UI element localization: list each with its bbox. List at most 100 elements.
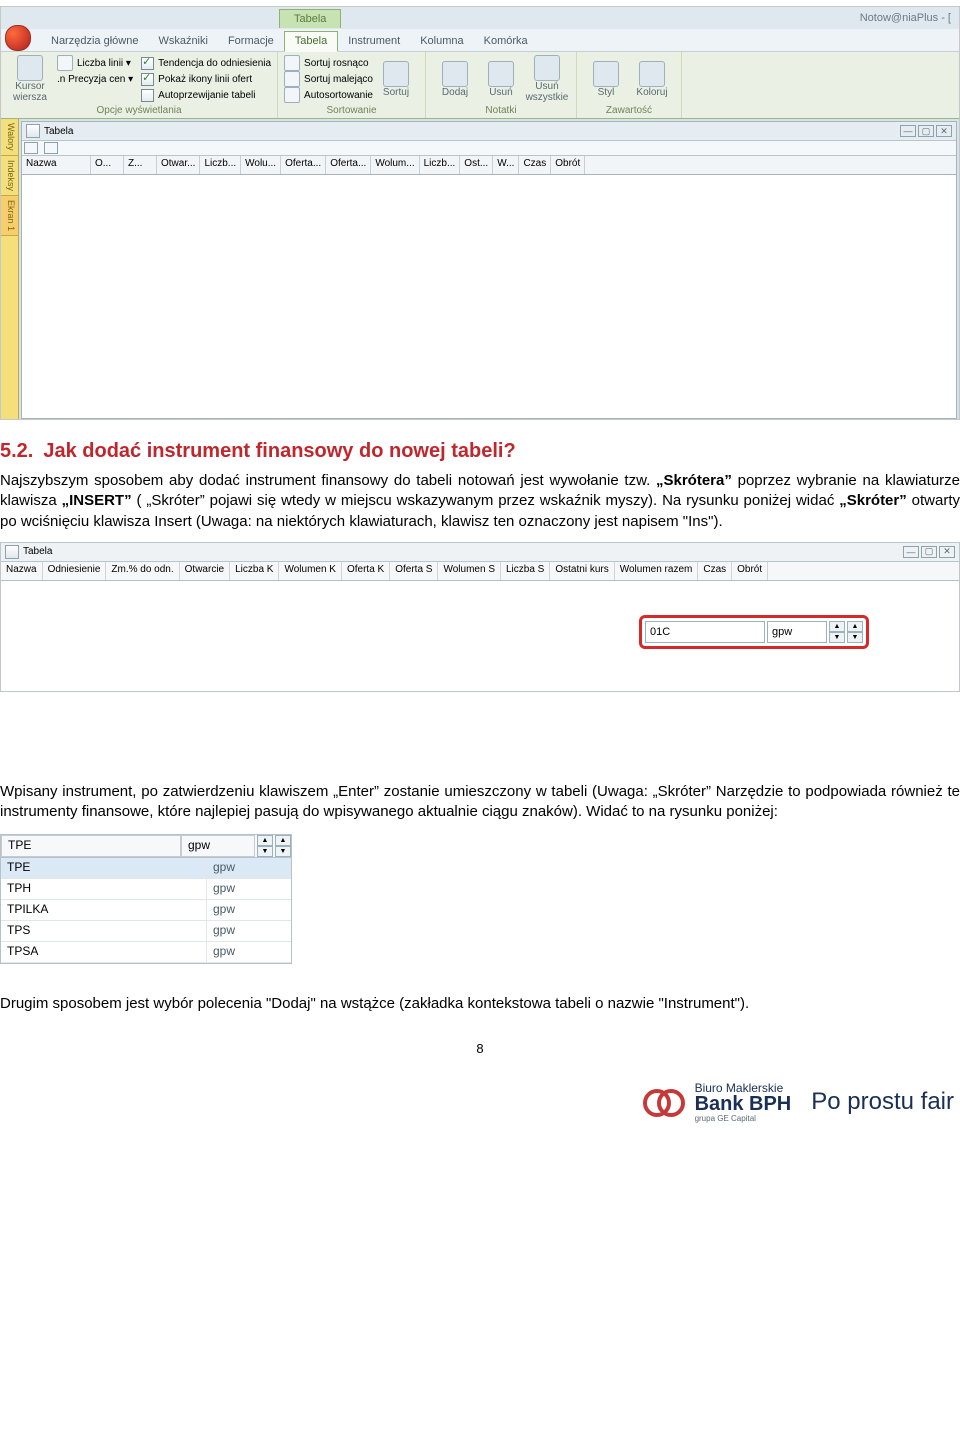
- del-note-button[interactable]: Usuń: [478, 55, 524, 103]
- close-icon[interactable]: ✕: [939, 546, 955, 558]
- col-liczb1[interactable]: Liczb...: [200, 156, 241, 174]
- view-grid-icon[interactable]: [24, 142, 38, 154]
- step-down-icon[interactable]: ▼: [257, 846, 273, 857]
- item-symbol: TPILKA: [1, 900, 206, 920]
- close-icon[interactable]: ✕: [936, 125, 952, 137]
- sort-asc-icon: [284, 55, 300, 71]
- vtab-walory[interactable]: Walory: [1, 119, 18, 156]
- sort-desc-button[interactable]: Sortuj malejąco: [304, 74, 373, 85]
- ribbon-tab-tabela[interactable]: Tabela: [284, 31, 338, 52]
- step-up-icon[interactable]: ▲: [829, 621, 845, 632]
- skroter-popup: ▲ ▼ ▲ ▼: [639, 615, 869, 649]
- c2-otw[interactable]: Otwarcie: [180, 562, 230, 580]
- col-obrot[interactable]: Obrót: [551, 156, 585, 174]
- c2-ws[interactable]: Wolumen S: [438, 562, 501, 580]
- ac-market-input[interactable]: gpw: [181, 835, 255, 857]
- step-up-icon[interactable]: ▲: [275, 835, 291, 846]
- ribbon-tab-cell[interactable]: Komórka: [474, 32, 538, 51]
- c2-czas[interactable]: Czas: [698, 562, 732, 580]
- step-down-icon[interactable]: ▼: [829, 632, 845, 643]
- c2-wr[interactable]: Wolumen razem: [615, 562, 699, 580]
- ac-instrument-input[interactable]: TPE: [1, 835, 181, 857]
- minimize-icon[interactable]: —: [903, 546, 919, 558]
- col-czas[interactable]: Czas: [519, 156, 551, 174]
- list-item[interactable]: TPSgpw: [1, 921, 291, 942]
- item-market: gpw: [206, 900, 291, 920]
- col-oferta1[interactable]: Oferta...: [281, 156, 326, 174]
- style-button[interactable]: Styl: [583, 55, 629, 103]
- autosort-icon: [284, 87, 300, 103]
- precision-dropdown[interactable]: .n Precyzja cen ▾: [57, 74, 133, 85]
- col-ost[interactable]: Ost...: [460, 156, 493, 174]
- skroter-market-input[interactable]: [767, 621, 827, 643]
- bank-name-block: Biuro Maklerskie Bank BPH grupa GE Capit…: [695, 1082, 792, 1124]
- page-number: 8: [0, 1041, 960, 1056]
- ribbon-tab-home[interactable]: Narzędzia główne: [41, 32, 148, 51]
- col-wolum[interactable]: Wolum...: [371, 156, 419, 174]
- color-icon: [639, 61, 665, 87]
- col-otwar[interactable]: Otwar...: [157, 156, 200, 174]
- col-liczb2[interactable]: Liczb...: [420, 156, 461, 174]
- line-count-dropdown[interactable]: Liczba linii ▾: [77, 58, 131, 69]
- maximize-icon[interactable]: ▢: [921, 546, 937, 558]
- autoscroll-checkbox[interactable]: [141, 89, 154, 102]
- step-down-icon[interactable]: ▼: [275, 846, 291, 857]
- skroter-stepper-2: ▲ ▼: [847, 621, 863, 643]
- c2-odn[interactable]: Odniesienie: [43, 562, 107, 580]
- item-market: gpw: [206, 858, 291, 878]
- autosort-button[interactable]: Autosortowanie: [304, 90, 373, 101]
- col-w[interactable]: W...: [493, 156, 519, 174]
- step-up-icon[interactable]: ▲: [847, 621, 863, 632]
- sort-asc-button[interactable]: Sortuj rosnąco: [304, 58, 368, 69]
- ribbon-tab-formations[interactable]: Formacje: [218, 32, 284, 51]
- step-up-icon[interactable]: ▲: [257, 835, 273, 846]
- shot2-title: Tabela: [23, 546, 52, 557]
- add-note-button[interactable]: Dodaj: [432, 55, 478, 103]
- c2-os[interactable]: Oferta S: [390, 562, 438, 580]
- ribbon-tab-indicators[interactable]: Wskaźniki: [148, 32, 218, 51]
- c2-wk[interactable]: Wolumen K: [279, 562, 342, 580]
- color-label: Koloruj: [636, 87, 667, 98]
- list-item[interactable]: TPSAgpw: [1, 942, 291, 963]
- c2-zm[interactable]: Zm.% do odn.: [106, 562, 179, 580]
- ribbon-group-display: Kursor wiersza Liczba linii ▾ .n Precyzj…: [1, 52, 278, 118]
- sort-big-button[interactable]: Sortuj: [373, 55, 419, 103]
- autoscroll-label: Autoprzewijanie tabeli: [158, 90, 255, 101]
- col-z[interactable]: Z...: [124, 156, 157, 174]
- maximize-icon[interactable]: ▢: [918, 125, 934, 137]
- c2-ok[interactable]: Oferta K: [342, 562, 390, 580]
- shot2-titlebar: Tabela — ▢ ✕: [1, 543, 959, 562]
- show-icons-checkbox[interactable]: [141, 73, 154, 86]
- col-nazwa[interactable]: Nazwa: [22, 156, 91, 174]
- ribbon-tab-strip: Narzędzia główne Wskaźniki Formacje Tabe…: [1, 29, 959, 52]
- list-item[interactable]: TPILKAgpw: [1, 900, 291, 921]
- c2-last[interactable]: Ostatni kurs: [550, 562, 614, 580]
- c2-obrot[interactable]: Obrót: [732, 562, 768, 580]
- skroter-instrument-input[interactable]: [645, 621, 765, 643]
- step-down-icon[interactable]: ▼: [847, 632, 863, 643]
- vtab-indeksy[interactable]: Indeksy: [1, 156, 18, 196]
- trend-checkbox[interactable]: [141, 57, 154, 70]
- list-item[interactable]: TPHgpw: [1, 879, 291, 900]
- del-all-notes-button[interactable]: Usuń wszystkie: [524, 55, 570, 103]
- c2-lk[interactable]: Liczba K: [230, 562, 279, 580]
- item-symbol: TPE: [1, 858, 206, 878]
- col-oferta2[interactable]: Oferta...: [326, 156, 371, 174]
- item-market: gpw: [206, 942, 291, 962]
- col-o[interactable]: O...: [91, 156, 124, 174]
- color-button[interactable]: Koloruj: [629, 55, 675, 103]
- col-wolu[interactable]: Wolu...: [241, 156, 281, 174]
- style-icon: [593, 61, 619, 87]
- minimize-icon[interactable]: —: [900, 125, 916, 137]
- list-item[interactable]: TPEgpw: [1, 858, 291, 879]
- app-menu-button[interactable]: [5, 25, 31, 51]
- view-list-icon[interactable]: [44, 142, 58, 154]
- ribbon-tab-instrument[interactable]: Instrument: [338, 32, 410, 51]
- c2-nazwa[interactable]: Nazwa: [1, 562, 43, 580]
- ribbon-tab-column[interactable]: Kolumna: [410, 32, 473, 51]
- ac-stepper-2: ▲ ▼: [275, 835, 291, 857]
- c2-ls[interactable]: Liczba S: [501, 562, 550, 580]
- cursor-row-button[interactable]: Kursor wiersza: [7, 55, 53, 103]
- vtab-ekran1[interactable]: Ekran 1: [1, 196, 18, 236]
- trend-label: Tendencja do odniesienia: [158, 58, 271, 69]
